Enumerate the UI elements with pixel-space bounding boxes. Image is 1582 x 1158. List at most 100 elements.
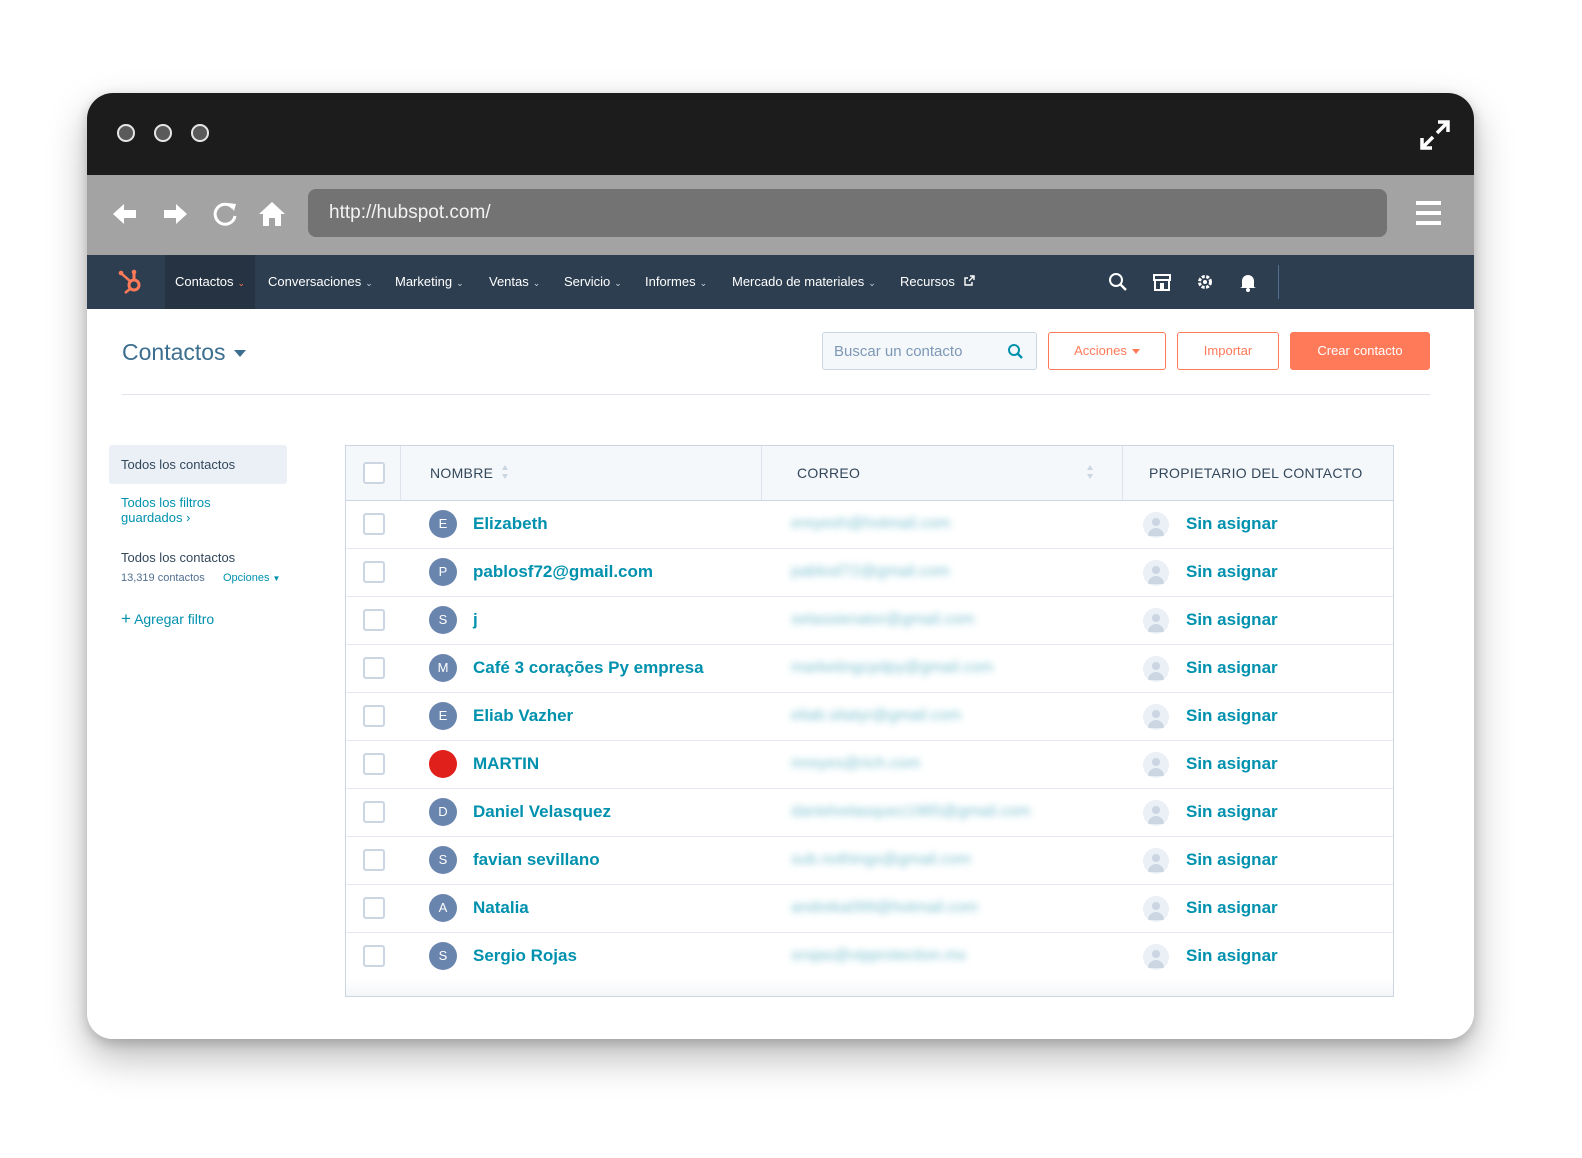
owner-avatar-icon (1143, 848, 1169, 874)
contact-name-link[interactable]: j (473, 610, 478, 630)
nav-item-conversaciones[interactable]: Conversaciones ⌄ (268, 255, 373, 309)
contact-owner-link[interactable]: Sin asignar (1186, 514, 1278, 534)
contact-name-link[interactable]: Daniel Velasquez (473, 802, 611, 822)
column-header-email[interactable]: CORREO (797, 446, 860, 500)
contact-count: 13,319 contactos (121, 572, 205, 584)
url-bar[interactable]: http://hubspot.com/ (308, 189, 1387, 237)
row-checkbox[interactable] (363, 897, 385, 919)
contact-email-link[interactable]: eliab.sitatyr@gmail.com (791, 707, 961, 725)
contact-owner-link[interactable]: Sin asignar (1186, 562, 1278, 582)
search-icon[interactable] (1108, 272, 1128, 292)
nav-item-servicio[interactable]: Servicio ⌄ (564, 255, 622, 309)
saved-filters-link[interactable]: Todos los filtros guardados › (121, 495, 241, 525)
contact-owner-link[interactable]: Sin asignar (1186, 754, 1278, 774)
contact-email-link[interactable]: andreka099@hotmail.com (791, 899, 978, 917)
contact-email-link[interactable]: srojas@vipprotection.mx (791, 947, 966, 965)
column-header-owner[interactable]: PROPIETARIO DEL CONTACTO (1149, 446, 1363, 500)
actions-button[interactable]: Acciones (1048, 332, 1166, 370)
contact-avatar: S (429, 606, 457, 634)
row-checkbox[interactable] (363, 657, 385, 679)
contact-owner-link[interactable]: Sin asignar (1186, 850, 1278, 870)
table-row[interactable]: E Eliab Vazher eliab.sitatyr@gmail.com Sin … (346, 692, 1393, 741)
owner-avatar-icon (1143, 896, 1169, 922)
gear-icon[interactable] (1195, 272, 1215, 292)
contact-email-link[interactable]: marketingcpdpy@gmail.com (791, 659, 993, 677)
table-row[interactable]: D Daniel Velasquez danielvelasquez1985@gma… (346, 788, 1393, 837)
nav-item-ventas[interactable]: Ventas ⌄ (489, 255, 540, 309)
contact-email-link[interactable]: mreyes@rich.com (791, 755, 920, 773)
row-checkbox[interactable] (363, 609, 385, 631)
contact-owner-link[interactable]: Sin asignar (1186, 610, 1278, 630)
nav-item-mercado[interactable]: Mercado de materiales ⌄ (732, 255, 876, 309)
expand-icon[interactable] (1418, 118, 1452, 152)
contact-owner-link[interactable]: Sin asignar (1186, 946, 1278, 966)
contact-owner-link[interactable]: Sin asignar (1186, 898, 1278, 918)
contact-name-link[interactable]: Eliab Vazher (473, 706, 573, 726)
owner-avatar-icon (1143, 944, 1169, 970)
contact-avatar (429, 750, 457, 778)
contact-email-link[interactable]: danielvelasquez1985@gmail.com (791, 803, 1031, 821)
contact-owner-link[interactable]: Sin asignar (1186, 658, 1278, 678)
contact-name-link[interactable]: Sergio Rojas (473, 946, 577, 966)
page-title[interactable]: Contactos (122, 339, 246, 366)
table-row[interactable]: Sj selassienator@gmail.com Sin asignar (346, 596, 1393, 645)
row-checkbox[interactable] (363, 705, 385, 727)
options-link[interactable]: Opciones ▼ (223, 572, 280, 584)
row-checkbox[interactable] (363, 849, 385, 871)
table-row[interactable]: Ppablosf72@gmail.com pablosf72@gmail.com S… (346, 548, 1393, 597)
contact-owner-link[interactable]: Sin asignar (1186, 802, 1278, 822)
title-dropdown-caret-icon[interactable] (233, 350, 246, 358)
marketplace-icon[interactable] (1152, 272, 1172, 292)
table-row[interactable]: M Café 3 corações Py empresa marketingcpdp… (346, 644, 1393, 693)
nav-item-marketing[interactable]: Marketing ⌄ (395, 255, 464, 309)
contact-name-link[interactable]: favian sevillano (473, 850, 600, 870)
close-window-dot[interactable] (117, 124, 135, 142)
search-icon[interactable] (1007, 343, 1024, 360)
create-contact-button[interactable]: Crear contacto (1290, 332, 1430, 370)
contact-name-link[interactable]: Elizabeth (473, 514, 548, 534)
add-filter-link[interactable]: + Agregar filtro (121, 609, 214, 629)
forward-arrow-icon[interactable] (161, 199, 191, 229)
contact-name-link[interactable]: MARTIN (473, 754, 539, 774)
contact-name-link[interactable]: pablosf72@gmail.com (473, 562, 653, 582)
table-row[interactable]: E Elizabeth ereyesh@hotmail.com Sin asignar (346, 500, 1393, 549)
contact-name-link[interactable]: Café 3 corações Py empresa (473, 658, 704, 678)
browser-menu-icon[interactable] (1416, 201, 1441, 225)
table-row[interactable]: MARTIN mreyes@rich.com Sin asignar (346, 740, 1393, 789)
import-button[interactable]: Importar (1177, 332, 1279, 370)
column-header-name[interactable]: NOMBRE (430, 446, 493, 500)
nav-divider (1278, 265, 1279, 299)
row-checkbox[interactable] (363, 801, 385, 823)
table-row[interactable]: S Sergio Rojas srojas@vipprotection.mx Sin … (346, 932, 1393, 981)
contacts-table: NOMBRE CORREO PROPIETARIO DEL CONTACTO E… (345, 445, 1394, 997)
nav-item-recursos[interactable]: Recursos (900, 255, 975, 309)
contact-name-link[interactable]: Natalia (473, 898, 529, 918)
contact-email-link[interactable]: ereyesh@hotmail.com (791, 515, 950, 533)
contact-email-link[interactable]: pablosf72@gmail.com (791, 563, 950, 581)
table-row[interactable]: A Natalia andreka099@hotmail.com Sin asigna… (346, 884, 1393, 933)
back-arrow-icon[interactable] (109, 199, 139, 229)
sort-icon[interactable] (1086, 464, 1094, 480)
table-row[interactable]: Sfavian sevillano sub.nothings@gmail.com S… (346, 836, 1393, 885)
nav-item-contactos[interactable]: Contactos ⌄ (165, 255, 256, 309)
home-icon[interactable] (257, 199, 287, 229)
contact-email-link[interactable]: selassienator@gmail.com (791, 611, 974, 629)
minimize-window-dot[interactable] (154, 124, 172, 142)
contact-avatar: S (429, 942, 457, 970)
maximize-window-dot[interactable] (191, 124, 209, 142)
contact-email-link[interactable]: sub.nothings@gmail.com (791, 851, 971, 869)
row-checkbox[interactable] (363, 561, 385, 583)
sidebar-item-all-contacts[interactable]: Todos los contactos (109, 445, 287, 484)
contact-owner-link[interactable]: Sin asignar (1186, 706, 1278, 726)
hubspot-logo-icon[interactable] (117, 268, 145, 296)
row-checkbox[interactable] (363, 513, 385, 535)
contact-avatar: D (429, 798, 457, 826)
sort-icon[interactable] (501, 464, 509, 480)
search-contact-input[interactable]: Buscar un contacto (822, 332, 1037, 370)
reload-icon[interactable] (210, 199, 240, 229)
select-all-checkbox[interactable] (363, 462, 385, 484)
row-checkbox[interactable] (363, 945, 385, 967)
bell-icon[interactable] (1238, 272, 1258, 292)
row-checkbox[interactable] (363, 753, 385, 775)
nav-item-informes[interactable]: Informes ⌄ (645, 255, 707, 309)
